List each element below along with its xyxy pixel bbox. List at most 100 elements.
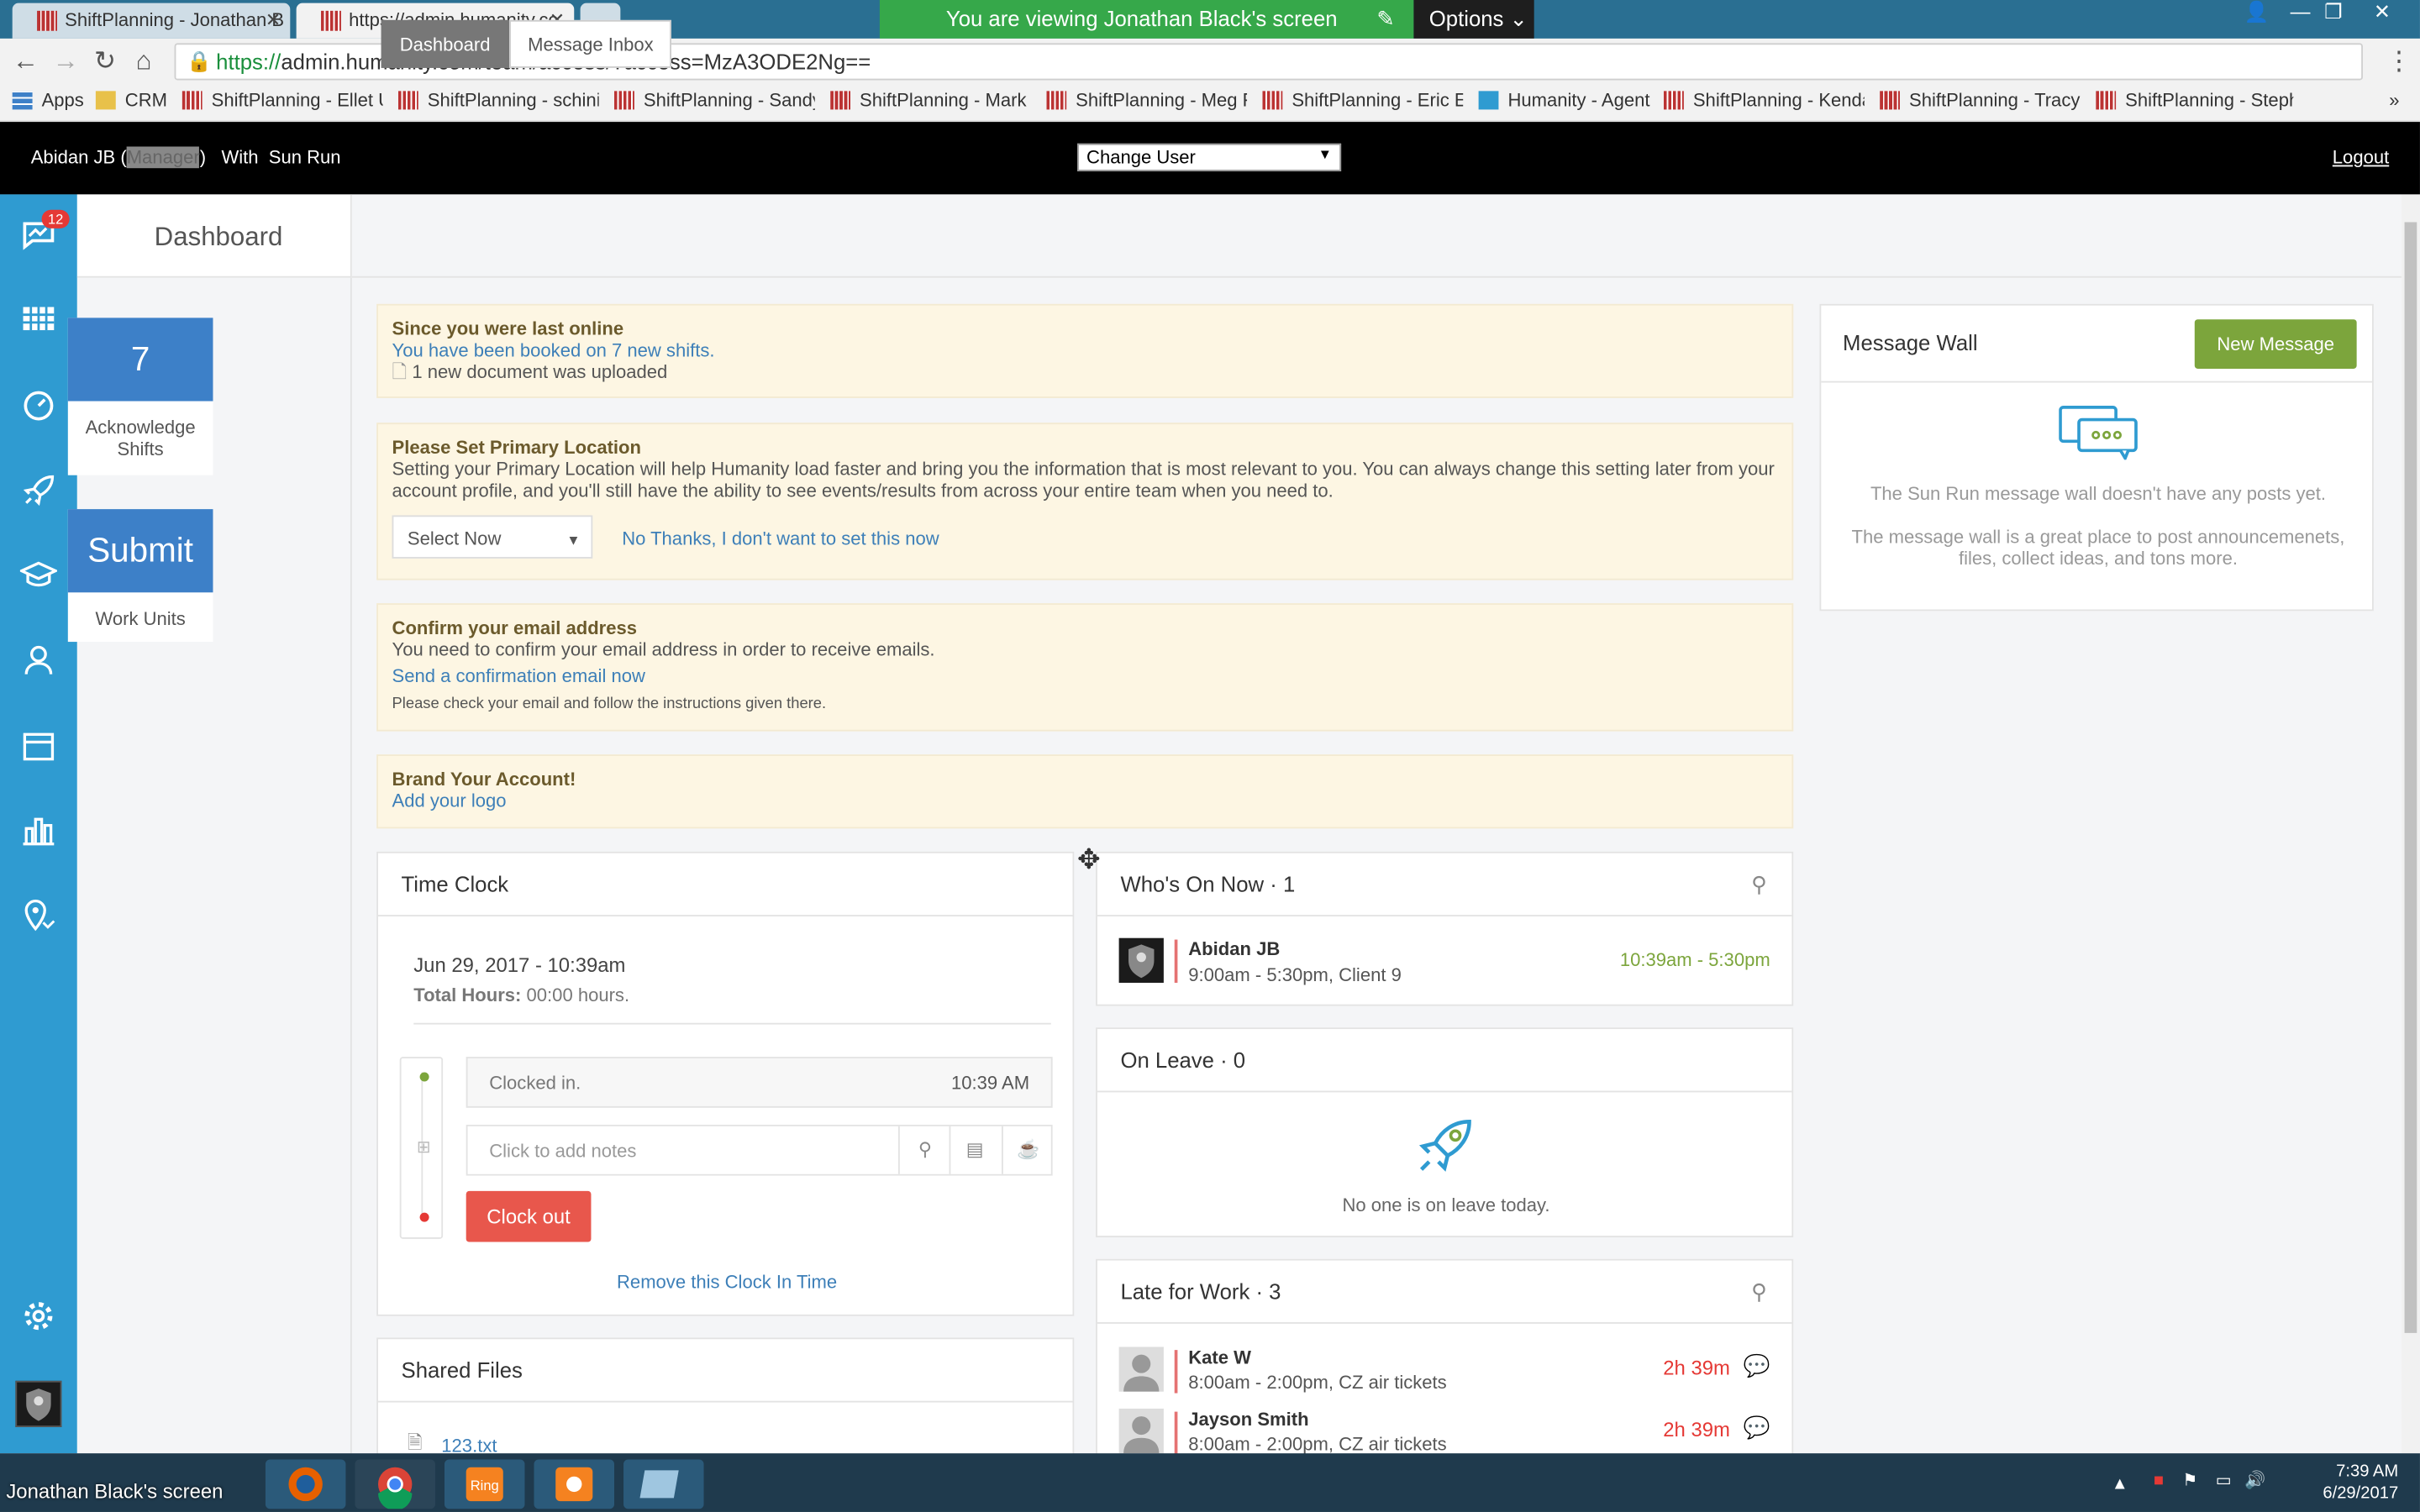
tray-app-icon[interactable]: ■ (2154, 1470, 2164, 1492)
panel-title: On Leave · 0 (1097, 1029, 1792, 1093)
bookmark-folder[interactable]: CRM (95, 90, 167, 111)
close-icon[interactable]: ✕ (266, 9, 281, 31)
search-icon[interactable]: ⚲ (1751, 1279, 1767, 1305)
notes-input[interactable]: Click to add notes ⚲ ▤ ☕ (466, 1124, 1053, 1176)
firefox-icon[interactable] (265, 1459, 346, 1509)
volume-icon[interactable]: 🔊 (2244, 1470, 2265, 1492)
folder-icon (95, 91, 116, 110)
dropdown-arrow-icon: ▼ (1318, 146, 1333, 162)
bookmark[interactable]: ShiftPlanning - Ellet U (182, 90, 383, 111)
ring-icon[interactable]: Ring (444, 1459, 525, 1509)
network-icon[interactable]: ▭ (2216, 1470, 2232, 1492)
close-window-icon[interactable]: ✕ (2374, 0, 2391, 24)
training-icon[interactable] (18, 559, 60, 596)
reports-icon[interactable] (20, 813, 57, 850)
bookmark-icon (1262, 91, 1283, 110)
options-button[interactable]: Options ⌄ (1413, 0, 1534, 39)
rocket-icon[interactable] (20, 474, 57, 511)
clock-date[interactable]: 6/29/2017 (2323, 1483, 2398, 1504)
bookmark-icon (614, 91, 634, 110)
leave-icon[interactable] (20, 728, 57, 765)
clock-time[interactable]: 7:39 AM (2323, 1461, 2398, 1483)
chevron-down-icon: ⌄ (1509, 6, 1528, 31)
bookmark[interactable]: ShiftPlanning - Sandy (614, 90, 815, 111)
bookmark-icon (2096, 91, 2117, 110)
options-label: Options (1428, 6, 1504, 31)
bookmark[interactable]: Humanity - Agent (1478, 90, 1661, 111)
comment-icon[interactable]: 💬 (1744, 1353, 1770, 1379)
chrome-icon[interactable] (355, 1459, 435, 1511)
bookmark[interactable]: ShiftPlanning - Tracy (1880, 90, 2081, 111)
late-duration: 2h 39m (1663, 1417, 1730, 1441)
panel-title: Who's On Now · 1 (1097, 853, 1792, 916)
clock-out-button[interactable]: Clock out (466, 1190, 592, 1242)
timeclock-icon[interactable] (20, 389, 57, 426)
flag-icon[interactable]: ⚑ (2182, 1470, 2197, 1492)
search-icon[interactable]: ⚲ (1751, 872, 1767, 898)
location-icon[interactable] (20, 898, 57, 935)
tab-message-inbox[interactable]: Message Inbox (509, 19, 672, 68)
tab-dashboard[interactable]: Dashboard (381, 19, 509, 68)
user-icon[interactable]: 👤 (2244, 0, 2270, 24)
submit-work-units-tile[interactable]: Submit Work Units (67, 509, 213, 643)
minimize-icon[interactable]: — (2291, 0, 2311, 24)
bookmark[interactable]: ShiftPlanning - Meg F (1046, 90, 1247, 111)
home-icon[interactable]: ⌂ (136, 46, 152, 77)
remove-clock-in-link[interactable]: Remove this Clock In Time (378, 1271, 1076, 1293)
page-scrollbar[interactable] (2401, 194, 2420, 1454)
comment-icon[interactable]: 💬 (1744, 1415, 1770, 1441)
more-bookmarks-icon[interactable]: » (2389, 90, 2399, 112)
mute-icon[interactable]: ✎ (1376, 6, 1395, 32)
bookmark-icon (830, 91, 851, 110)
shift-text: 8:00am - 2:00pm, CZ air tickets (1188, 1371, 1447, 1394)
app-window-icon[interactable] (623, 1459, 704, 1509)
back-icon[interactable]: ← (13, 46, 39, 77)
favicon-icon (37, 10, 57, 31)
page-title: Dashboard (154, 222, 283, 252)
app-topbar: Abidan JB (Manager) With Sun Run Change … (0, 122, 2420, 195)
staff-icon[interactable] (20, 643, 57, 680)
tray-arrow-icon[interactable]: ▲ (2112, 1473, 2128, 1495)
coffee-icon[interactable]: ☕ (1017, 1138, 1039, 1160)
bookmark-apps[interactable]: Apps (12, 90, 84, 111)
employee-name[interactable]: Jayson Smith (1188, 1409, 1308, 1431)
bookmark[interactable]: ShiftPlanning - Kenda (1663, 90, 1865, 111)
forward-icon[interactable]: → (52, 46, 78, 77)
restore-icon[interactable]: ❐ (2324, 0, 2342, 24)
settings-icon[interactable] (20, 1299, 57, 1336)
new-document-text: 1 new document was uploaded (412, 360, 668, 383)
new-message-button[interactable]: New Message (2194, 319, 2357, 369)
logout-link[interactable]: Logout (2333, 146, 2389, 168)
calendar-icon[interactable]: ▤ (966, 1138, 984, 1160)
skip-location-link[interactable]: No Thanks, I don't want to set this now (622, 528, 939, 549)
tab-title: ShiftPlanning - Jonathan B (65, 9, 285, 31)
employee-name[interactable]: Kate W (1188, 1347, 1251, 1368)
bookmark[interactable]: ShiftPlanning - Steph (2096, 90, 2293, 111)
employee-name[interactable]: Abidan JB (1188, 938, 1280, 960)
location-select[interactable]: Select Now ▼ (392, 515, 593, 559)
schedule-icon[interactable] (20, 302, 57, 339)
bookmark[interactable]: ShiftPlanning - schinic (397, 90, 599, 111)
empty-message-hint: The message wall is a great place to pos… (1851, 526, 2345, 570)
favicon-icon (321, 10, 341, 31)
avatar[interactable] (15, 1380, 62, 1427)
browser-tab[interactable]: ShiftPlanning - Jonathan B ✕ (12, 3, 291, 39)
clocked-in-text: Clocked in. (489, 1072, 581, 1095)
send-confirmation-link[interactable]: Send a confirmation email now (392, 665, 645, 687)
acknowledge-shifts-tile[interactable]: 7 Acknowledge Shifts (67, 318, 213, 475)
screen-share-banner: You are viewing Jonathan Black's screen … (879, 0, 1414, 39)
add-logo-link[interactable]: Add your logo (392, 790, 507, 811)
bookmark[interactable]: ShiftPlanning - Eric Ev (1262, 90, 1463, 111)
late-for-work-panel: Late for Work · 3 ⚲ Kate W 8:00am - 2:00… (1096, 1258, 1794, 1460)
menu-icon[interactable]: ⋮ (2386, 46, 2412, 77)
brand-account-notice: Brand Your Account! Add your logo (376, 754, 1794, 829)
user-line: Abidan JB (Manager) With Sun Run (30, 146, 341, 169)
since-online-notice: Since you were last online You have been… (376, 303, 1794, 398)
location-pin-icon[interactable]: ⚲ (918, 1138, 932, 1160)
shared-files-panel: Shared Files 🗎 123.txt (376, 1337, 1075, 1462)
new-shifts-link[interactable]: You have been booked on 7 new shifts. (392, 339, 715, 361)
reload-icon[interactable]: ↻ (94, 46, 116, 77)
ring-meeting-icon[interactable] (534, 1459, 615, 1509)
bookmark[interactable]: ShiftPlanning - Mark (830, 90, 1031, 111)
change-user-select[interactable]: Change User ▼ (1077, 143, 1342, 171)
